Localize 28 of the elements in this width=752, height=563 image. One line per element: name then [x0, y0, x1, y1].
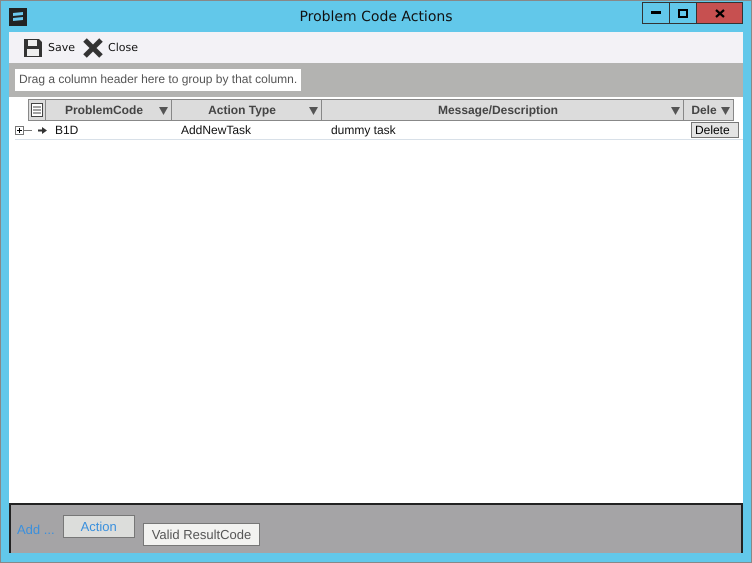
- tab[interactable]: Valid ResultCode: [142, 523, 260, 546]
- row-pointer-icon: [38, 126, 46, 134]
- filter-icon[interactable]: [721, 106, 730, 114]
- save-button[interactable]: Save: [23, 38, 76, 58]
- close-button[interactable]: Close: [83, 38, 138, 58]
- delete-button[interactable]: Delete: [691, 122, 739, 138]
- column-header[interactable]: Message/Description: [322, 99, 684, 121]
- column-header[interactable]: ProblemCode: [46, 99, 172, 121]
- list-icon: [31, 103, 43, 117]
- window-title: Problem Code Actions: [299, 8, 453, 24]
- close-button[interactable]: [697, 3, 742, 23]
- add-label: Add ...: [17, 522, 55, 537]
- group-by-area[interactable]: Drag a column header here to group by that column.: [15, 69, 302, 91]
- minimize-icon: [651, 11, 661, 15]
- column-header[interactable]: Action Type: [172, 99, 322, 121]
- app-icon: [9, 8, 27, 26]
- close-icon: [83, 38, 104, 58]
- expand-icon[interactable]: [15, 126, 33, 134]
- filter-icon[interactable]: [159, 106, 168, 114]
- column-header[interactable]: Dele: [684, 99, 734, 121]
- table-cell-text: dummy task: [330, 123, 397, 137]
- table-cell-text: AddNewTask: [180, 123, 252, 137]
- column-chooser-button[interactable]: [28, 99, 46, 121]
- maximize-icon: [678, 8, 688, 18]
- filter-icon[interactable]: [309, 106, 318, 114]
- filter-icon[interactable]: [671, 106, 680, 114]
- table-cell-text: B1D: [54, 123, 80, 137]
- close-icon: [714, 8, 724, 18]
